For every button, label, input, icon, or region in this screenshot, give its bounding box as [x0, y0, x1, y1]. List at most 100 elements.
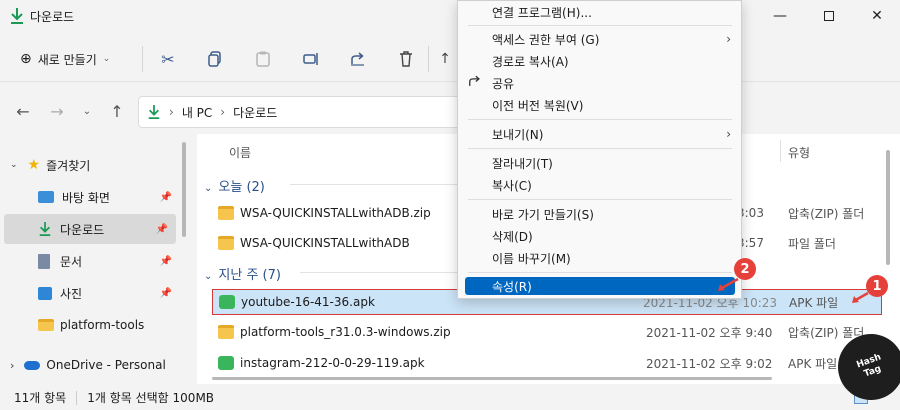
picture-icon [38, 286, 52, 300]
group-today[interactable]: ⌄ 오늘 (2) [204, 176, 265, 195]
pin-icon: 📌 [159, 191, 172, 203]
pin-icon: 📌 [159, 287, 172, 299]
menu-item-label: 속성(R) [492, 279, 532, 294]
menu-item-restore-versions[interactable]: 이전 버전 복원(V) [458, 94, 741, 116]
sidebar-scrollbar[interactable] [182, 142, 186, 237]
arrow-right-icon: → [50, 101, 64, 121]
sidebar-item-label: 문서 [60, 254, 83, 269]
column-header-type[interactable]: 유형 [788, 144, 810, 161]
forward-button[interactable]: → [46, 100, 68, 122]
menu-item-label: 경로로 복사(A) [492, 54, 569, 69]
rename-button[interactable] [298, 46, 324, 72]
share-icon [468, 75, 482, 91]
paste-icon [256, 51, 270, 67]
address-bar[interactable]: › 내 PC › 다운로드 [138, 96, 468, 128]
rename-icon [303, 53, 318, 65]
file-name: WSA-QUICKINSTALLwithADB [240, 236, 410, 250]
vertical-scrollbar[interactable] [886, 150, 890, 265]
copy-button[interactable] [202, 46, 228, 72]
menu-item-create-shortcut[interactable]: 바로 가기 만들기(S) [458, 203, 741, 225]
share-button[interactable] [345, 46, 371, 72]
toolbar-divider [142, 46, 143, 72]
breadcrumb-downloads[interactable]: 다운로드 [233, 104, 277, 121]
toolbar-divider [428, 46, 429, 72]
chevron-right-icon: › [169, 105, 174, 119]
menu-item-label: 복사(C) [492, 178, 532, 193]
group-label: 오늘 (2) [218, 180, 265, 195]
chevron-down-icon: ⌄ [82, 105, 92, 117]
paste-button[interactable] [250, 46, 276, 72]
zip-folder-icon [218, 325, 234, 339]
zip-folder-icon [218, 206, 234, 220]
up-button[interactable]: ↑ [106, 100, 128, 122]
folder-icon [38, 319, 54, 331]
sidebar-item-documents[interactable]: 문서 📌 [0, 246, 180, 276]
pin-icon: 📌 [155, 223, 168, 235]
desktop-icon [38, 191, 54, 203]
delete-button[interactable] [393, 46, 419, 72]
sort-button[interactable]: ↑ [432, 46, 458, 72]
sidebar-item-downloads[interactable]: 다운로드 📌 [4, 214, 176, 244]
status-divider [76, 390, 78, 405]
cloud-icon [24, 360, 41, 370]
group-divider [300, 272, 460, 273]
menu-item-give-access[interactable]: 액세스 권한 부여 (G) › [458, 28, 741, 50]
share-icon [351, 52, 364, 66]
plus-circle-icon: ⊕ [20, 51, 32, 67]
menu-item-copy[interactable]: 복사(C) [458, 174, 741, 196]
sidebar-item-pictures[interactable]: 사진 📌 [0, 278, 180, 308]
sidebar-item-label: 바탕 화면 [62, 190, 110, 205]
menu-item-send-to[interactable]: 보내기(N) › [458, 123, 741, 145]
star-icon: ★ [27, 157, 41, 173]
menu-item-open-with[interactable]: 연결 프로그램(H)... [458, 1, 741, 23]
breadcrumb-pc[interactable]: 내 PC [182, 104, 212, 121]
close-button[interactable]: ✕ [854, 0, 900, 32]
menu-item-share[interactable]: 공유 [458, 72, 741, 94]
sidebar-item-label: OneDrive - Personal [46, 358, 166, 372]
file-row[interactable]: platform-tools_r31.0.3-windows.zip 2021-… [212, 319, 882, 345]
cut-button[interactable]: ✂ [155, 46, 181, 72]
recent-button[interactable]: ⌄ [76, 100, 98, 122]
menu-divider [468, 148, 732, 149]
sidebar-item-platform-tools[interactable]: platform-tools [0, 310, 180, 340]
trash-icon [400, 51, 412, 67]
menu-item-label: 이전 버전 복원(V) [492, 98, 584, 113]
sidebar-item-desktop[interactable]: 바탕 화면 📌 [0, 182, 180, 212]
file-type: APK 파일 [789, 295, 839, 310]
copy-icon [208, 51, 221, 67]
menu-item-label: 액세스 권한 부여 (G) [492, 32, 600, 47]
new-button[interactable]: ⊕ 새로 만들기 ⌄ [14, 44, 116, 74]
maximize-button[interactable] [806, 0, 852, 32]
menu-item-delete[interactable]: 삭제(D) [458, 225, 741, 247]
pointer-arrow-2 [716, 277, 740, 295]
step-badge-2: 2 [734, 258, 756, 280]
sidebar-item-favorites[interactable]: ⌄ ★ 즐겨찾기 [0, 150, 180, 180]
menu-item-cut[interactable]: 잘라내기(T) [458, 152, 741, 174]
file-name: platform-tools_r31.0.3-windows.zip [240, 325, 451, 339]
chevron-right-icon: › [220, 105, 226, 119]
menu-item-copy-path[interactable]: 경로로 복사(A) [458, 50, 741, 72]
sidebar-item-label: 다운로드 [60, 222, 105, 237]
file-date: 2021-11-02 오후 9:02 [646, 356, 773, 371]
new-button-label: 새로 만들기 [37, 52, 97, 67]
chevron-right-icon: › [726, 32, 731, 46]
selection-info: 1개 항목 선택함 100MB [87, 391, 215, 405]
column-header-name[interactable]: 이름 [229, 144, 251, 161]
download-icon [9, 7, 25, 25]
file-type: APK 파일 [788, 356, 838, 371]
download-icon [148, 105, 160, 119]
minimize-button[interactable]: — [757, 0, 803, 32]
menu-divider [468, 25, 732, 26]
menu-item-properties[interactable]: 속성(R) [465, 277, 735, 295]
back-button[interactable]: ← [12, 100, 34, 122]
menu-divider [468, 119, 732, 120]
horizontal-scrollbar[interactable] [212, 377, 772, 380]
group-last-week[interactable]: ⌄ 지난 주 (7) [204, 264, 281, 283]
menu-item-rename[interactable]: 이름 바꾸기(M) [458, 247, 741, 269]
file-name: youtube-16-41-36.apk [241, 295, 375, 309]
item-count: 11개 항목 [14, 391, 67, 405]
file-row[interactable]: instagram-212-0-0-29-119.apk 2021-11-02 … [212, 350, 882, 376]
apk-icon [218, 356, 234, 370]
sidebar-item-onedrive[interactable]: › OneDrive - Personal [0, 350, 180, 380]
chevron-right-icon: › [726, 127, 731, 141]
